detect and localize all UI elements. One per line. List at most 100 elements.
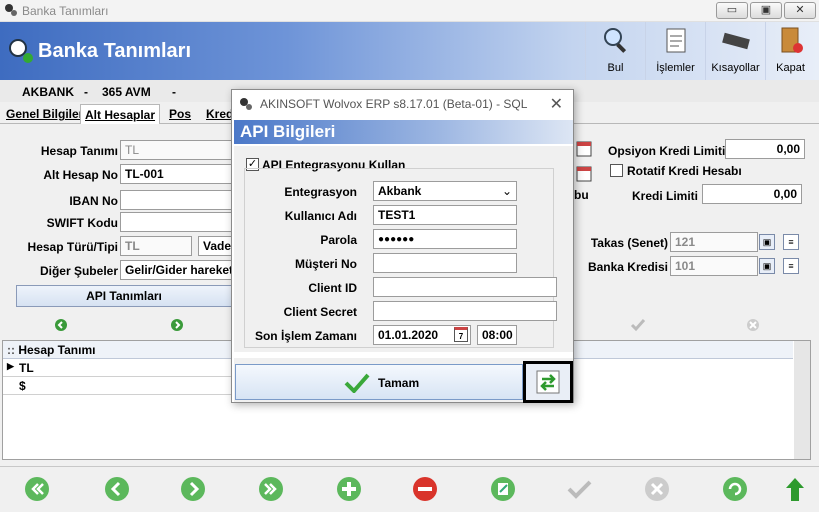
lookup-icon[interactable]: ▣ <box>759 258 775 274</box>
dialog-heading: API Bilgileri <box>234 120 573 144</box>
clipboard-icon <box>666 28 686 53</box>
app-logo-icon <box>5 4 17 16</box>
toolbar-kapat-button[interactable]: Kapat <box>765 22 815 80</box>
grid-header-hesap-tanimi: Hesap Tanımı <box>18 343 96 357</box>
calendar-icon[interactable] <box>576 166 592 182</box>
banka-kredisi-label: Banka Kredisi <box>587 260 668 274</box>
banka-kredisi-field[interactable]: 101 <box>670 256 758 276</box>
next-small-icon[interactable] <box>170 318 184 332</box>
parola-field[interactable]: ●●●●●● <box>373 229 517 249</box>
save-check-icon[interactable] <box>566 476 592 502</box>
hesap-turu-select[interactable]: TL <box>120 236 192 256</box>
son-islem-time-field[interactable]: 08:00 <box>477 325 517 345</box>
hesap-turu-label: Hesap Türü/Tipi <box>27 240 118 254</box>
last-record-icon[interactable] <box>258 476 284 502</box>
iban-field[interactable] <box>120 190 232 210</box>
table-row[interactable]: ▶ TL <box>3 359 231 377</box>
add-icon[interactable] <box>336 476 362 502</box>
dialog-body: ✓ API Entegrasyonu Kullan Entegrasyon Ak… <box>234 146 573 352</box>
checkmark-icon <box>344 373 370 393</box>
toolbar-islemler-label: İşlemler <box>656 62 695 74</box>
delete-icon[interactable] <box>412 476 438 502</box>
toolbar-islemler-button[interactable]: İşlemler <box>645 22 705 80</box>
close-window-button[interactable]: ✕ <box>784 2 816 19</box>
table-row[interactable]: $ <box>3 377 231 395</box>
branch-name: 365 AVM <box>102 85 151 99</box>
chevron-down-icon: ⌄ <box>501 184 512 198</box>
opsiyon-kredi-label: Opsiyon Kredi Limiti <box>608 144 726 158</box>
app-logo-icon <box>240 98 252 110</box>
tamam-label: Tamam <box>378 376 420 390</box>
calendar-icon[interactable]: 7 <box>454 327 468 342</box>
lookup-icon[interactable]: ▣ <box>759 234 775 250</box>
kullanici-adi-field[interactable]: TEST1 <box>373 205 517 225</box>
calendar-icon[interactable] <box>576 141 592 157</box>
toolbar-bul-button[interactable]: Bul <box>585 22 645 80</box>
tamam-button[interactable]: Tamam <box>235 364 523 400</box>
tab-pos[interactable]: Pos <box>165 104 195 124</box>
close-icon[interactable]: ✕ <box>550 94 563 114</box>
kredi-limiti-field[interactable]: 0,00 <box>702 184 802 204</box>
keyboard-icon <box>722 32 750 50</box>
prev-small-icon[interactable] <box>54 318 68 332</box>
exit-icon <box>781 27 803 53</box>
tab-kredi[interactable]: Kredi <box>202 104 232 124</box>
cancel-small-icon[interactable] <box>746 318 760 332</box>
dialog-titlebar: AKINSOFT Wolvox ERP s8.17.01 (Beta-01) -… <box>232 90 573 118</box>
navigation-bar <box>0 466 819 512</box>
toolbar-kisayollar-label: Kısayollar <box>711 62 760 74</box>
dialog-title: AKINSOFT Wolvox ERP s8.17.01 (Beta-01) -… <box>260 97 528 111</box>
swift-field[interactable] <box>120 212 232 232</box>
document-icon[interactable]: ≡ <box>783 258 799 274</box>
rotatif-checkbox[interactable] <box>610 164 623 177</box>
son-islem-date-value: 01.01.2020 <box>378 328 439 342</box>
kredi-limiti-label: Kredi Limiti <box>631 189 698 203</box>
alt-hesap-no-label: Alt Hesap No <box>43 168 118 182</box>
previous-record-icon[interactable] <box>104 476 130 502</box>
edit-icon[interactable] <box>490 476 516 502</box>
son-islem-date-field[interactable]: 01.01.2020 7 <box>373 325 471 345</box>
client-id-label: Client ID <box>308 281 357 295</box>
separator-1: - <box>84 85 88 99</box>
takas-label: Takas (Senet) <box>590 236 668 250</box>
client-id-field[interactable] <box>373 277 557 297</box>
takas-field[interactable]: 121 <box>670 232 758 252</box>
tab-genel-bilgiler[interactable]: Genel Bilgiler <box>2 104 87 124</box>
diger-subeler-label: Diğer Şubeler <box>39 264 118 278</box>
diger-subeler-field[interactable]: Gelir/Gider hareket <box>120 260 232 280</box>
maximize-button[interactable]: ▣ <box>750 2 782 19</box>
separator-2: - <box>172 85 176 99</box>
toolbar-bul-label: Bul <box>607 62 624 74</box>
entegrasyon-value: Akbank <box>378 184 422 198</box>
client-secret-field[interactable] <box>373 301 557 321</box>
document-icon[interactable]: ≡ <box>783 234 799 250</box>
first-record-icon[interactable] <box>24 476 50 502</box>
toolbar-kisayollar-button[interactable]: Kısayollar <box>705 22 765 80</box>
page-header: Banka Tanımları Bul İşlemler Kısayollar … <box>0 22 819 80</box>
confirm-small-icon[interactable] <box>630 318 646 332</box>
hesap-tanimi-label: Hesap Tanımı <box>40 144 118 158</box>
next-record-icon[interactable] <box>180 476 206 502</box>
musteri-no-field[interactable] <box>373 253 517 273</box>
kullanici-adi-label: Kullanıcı Adı <box>284 209 357 223</box>
alt-hesap-no-field[interactable]: TL-001 <box>120 164 232 184</box>
opsiyon-kredi-field[interactable]: 0,00 <box>725 139 805 159</box>
tab-alt-hesaplar[interactable]: Alt Hesaplar <box>80 104 161 124</box>
api-tanimlari-button[interactable]: API Tanımları <box>16 285 232 307</box>
transfer-button[interactable] <box>523 361 573 403</box>
window-titlebar: Banka Tanımları ▭ ▣ ✕ <box>0 0 819 22</box>
dialog-footer: Tamam <box>234 358 573 403</box>
client-secret-label: Client Secret <box>283 305 357 319</box>
minimize-button[interactable]: ▭ <box>716 2 748 19</box>
entegrasyon-select[interactable]: Akbank ⌄ <box>373 181 517 201</box>
api-fields-group: Entegrasyon Akbank ⌄ Kullanıcı Adı TEST1 … <box>244 168 557 348</box>
refresh-icon[interactable] <box>722 476 748 502</box>
hesap-tipi-select[interactable]: Vade <box>198 236 232 256</box>
cancel-icon[interactable] <box>644 476 670 502</box>
grid-scrollbar[interactable] <box>794 341 810 459</box>
api-info-dialog: AKINSOFT Wolvox ERP s8.17.01 (Beta-01) -… <box>231 89 574 403</box>
up-arrow-icon[interactable] <box>782 476 808 502</box>
parola-label: Parola <box>320 233 357 247</box>
hesap-tanimi-field[interactable]: TL <box>120 140 232 160</box>
window-title: Banka Tanımları <box>22 4 109 18</box>
